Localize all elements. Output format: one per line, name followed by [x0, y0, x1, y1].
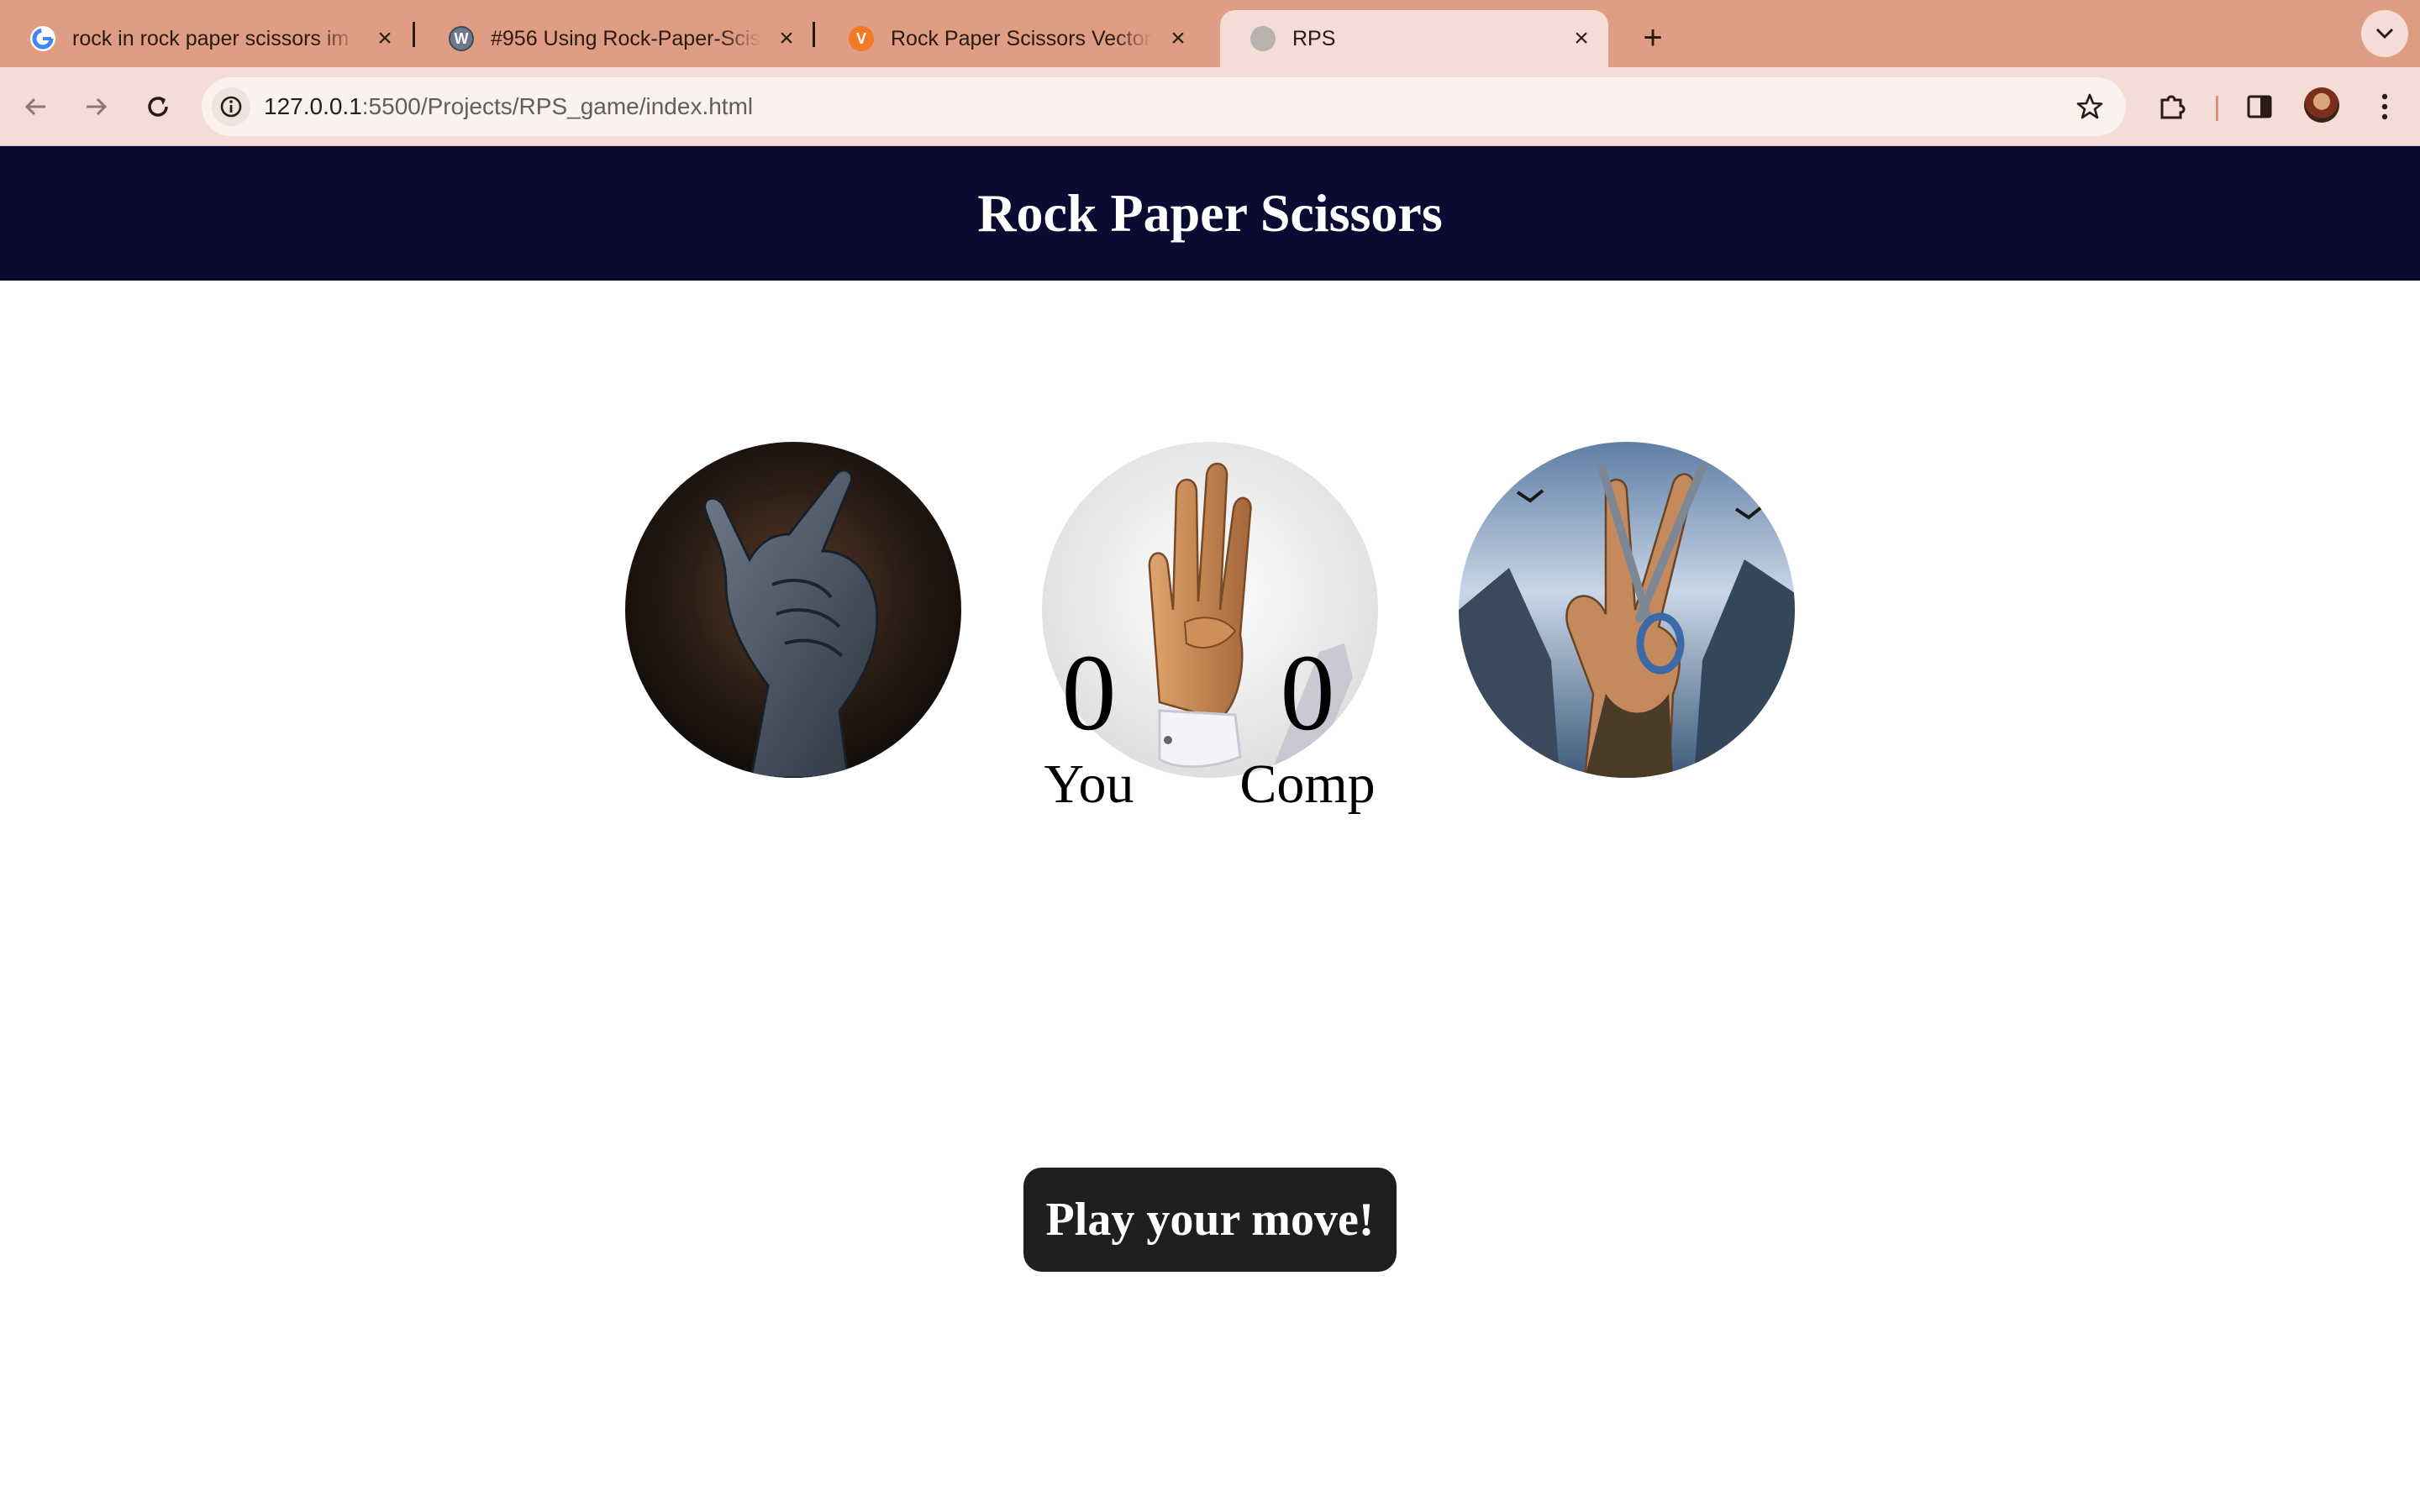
globe-icon	[1250, 26, 1276, 51]
message-banner: Play your move!	[1023, 1168, 1397, 1272]
browser-tab-wordpress[interactable]: W #956 Using Rock-Paper-Scis ×	[418, 10, 813, 67]
user-score-label: You	[1044, 753, 1134, 815]
close-icon[interactable]: ×	[775, 24, 798, 52]
rock-hand-image	[625, 442, 961, 778]
address-bar[interactable]: 127.0.0.1:5500/Projects/RPS_game/index.h…	[202, 77, 2126, 136]
side-panel-icon[interactable]	[2238, 86, 2281, 128]
browser-tab-vecteezy[interactable]: V Rock Paper Scissors Vector A ×	[818, 10, 1205, 67]
tab-divider	[413, 22, 415, 47]
profile-avatar[interactable]	[2304, 87, 2339, 123]
comp-score-label: Comp	[1239, 753, 1376, 815]
vecteezy-icon: V	[849, 26, 874, 51]
new-tab-plus-icon[interactable]: +	[1630, 15, 1676, 60]
extensions-puzzle-icon[interactable]	[2151, 86, 2193, 128]
forward-arrow-icon[interactable]	[75, 86, 117, 128]
browser-tab-strip: rock in rock paper scissors im × W #956 …	[0, 0, 2420, 67]
user-score-value: 0	[1061, 633, 1117, 753]
tab-label: Rock Paper Scissors Vector A	[891, 26, 1153, 50]
url-text: 127.0.0.1:5500/Projects/RPS_game/index.h…	[264, 77, 753, 136]
reload-icon[interactable]	[137, 86, 179, 128]
url-path: :5500/Projects/RPS_game/index.html	[361, 93, 754, 119]
tab-divider	[813, 22, 815, 47]
comp-score-value: 0	[1280, 633, 1335, 753]
wordpress-icon: W	[449, 26, 474, 51]
comp-score: 0 Comp	[1232, 630, 1383, 818]
tab-label: RPS	[1292, 26, 1336, 50]
web-page: Rock Paper Scissors 0 You 0 Comp Play yo…	[0, 146, 2420, 1512]
back-arrow-icon[interactable]	[15, 86, 57, 128]
toolbar-divider	[2216, 96, 2218, 121]
google-g-icon	[30, 26, 55, 51]
more-vertical-icon[interactable]	[2364, 86, 2406, 128]
choice-rock[interactable]	[625, 442, 961, 778]
tab-label: rock in rock paper scissors im	[72, 26, 350, 50]
scissors-hand-image	[1459, 442, 1795, 778]
user-score: 0 You	[1039, 630, 1139, 818]
tab-search-chevron-down-icon[interactable]	[2361, 10, 2408, 57]
tab-label: #956 Using Rock-Paper-Scis	[491, 26, 760, 50]
close-icon[interactable]: ×	[1166, 24, 1190, 52]
browser-tab-rps[interactable]: RPS ×	[1220, 10, 1608, 67]
page-title: Rock Paper Scissors	[977, 183, 1443, 243]
url-host: 127.0.0.1	[264, 93, 362, 119]
browser-tab-google-search[interactable]: rock in rock paper scissors im ×	[0, 10, 412, 67]
site-header: Rock Paper Scissors	[0, 146, 2420, 281]
close-icon[interactable]: ×	[1570, 24, 1593, 52]
close-icon[interactable]: ×	[373, 24, 397, 52]
choice-scissors[interactable]	[1459, 442, 1795, 778]
bookmark-star-icon[interactable]	[2072, 89, 2107, 124]
browser-toolbar: 127.0.0.1:5500/Projects/RPS_game/index.h…	[0, 67, 2420, 146]
site-info-icon[interactable]	[212, 87, 250, 126]
